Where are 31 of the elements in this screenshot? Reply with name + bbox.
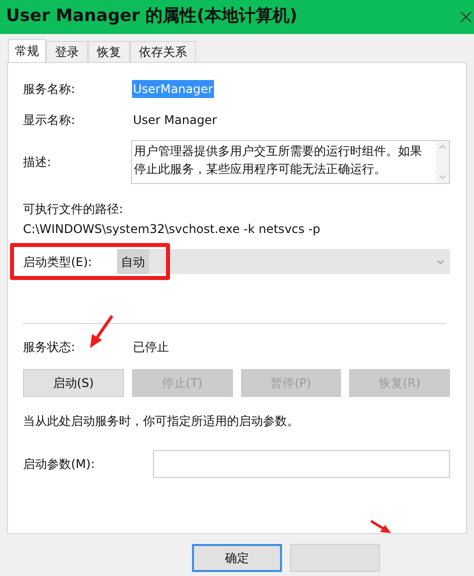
start-parameters-field[interactable] [153,450,450,478]
scrollbar[interactable] [436,141,449,183]
ok-button[interactable]: 确定 [192,544,282,572]
field-label: 启动参数(M): [23,456,96,473]
field-label: 可执行文件的路径: [23,201,124,216]
field-label: 描述: [23,154,52,171]
description-text: 用户管理器提供多用户交互所需要的运行时组件。如果停止此服务，某些应用程序可能无法正确运行。 [134,143,423,178]
tab[interactable]: 常规 [8,39,46,62]
field-label: 服务名称: [23,81,76,98]
startup-type-dropdown[interactable]: 自动 [117,249,450,274]
chevron-down-icon [437,260,444,264]
arrow-annotation [370,520,392,534]
tab[interactable]: 登录 [46,41,88,62]
arrow-annotation [88,315,114,349]
field-label: 启动类型(E): [23,254,93,270]
field-label: 显示名称: [23,112,76,129]
tab[interactable]: 依存关系 [130,41,196,62]
scroll-down-icon[interactable] [439,175,446,179]
display-name-value: User Manager [133,112,217,129]
service-button[interactable]: 启动(S) [23,369,124,397]
close-icon[interactable] [460,11,472,23]
tab[interactable]: 恢复 [88,41,130,62]
hint-text: 当从此处启动服务时，你可指定所适用的启动参数。 [23,413,300,428]
service-name-value: UserManager [132,80,214,98]
scroll-up-icon[interactable] [439,145,446,149]
field-label: 服务状态: [23,339,76,356]
window-title: User Manager 的属性(本地计算机) [6,5,298,28]
dialog-button[interactable] [290,544,380,572]
path-value: C:\WINDOWS\system32\svchost.exe -k netsvcs -p [23,221,322,236]
service-status-value: 已停止 [133,339,169,356]
description-box[interactable]: 用户管理器提供多用户交互所需要的运行时组件。如果停止此服务，某些应用程序可能无法正确运行。 [131,140,450,184]
